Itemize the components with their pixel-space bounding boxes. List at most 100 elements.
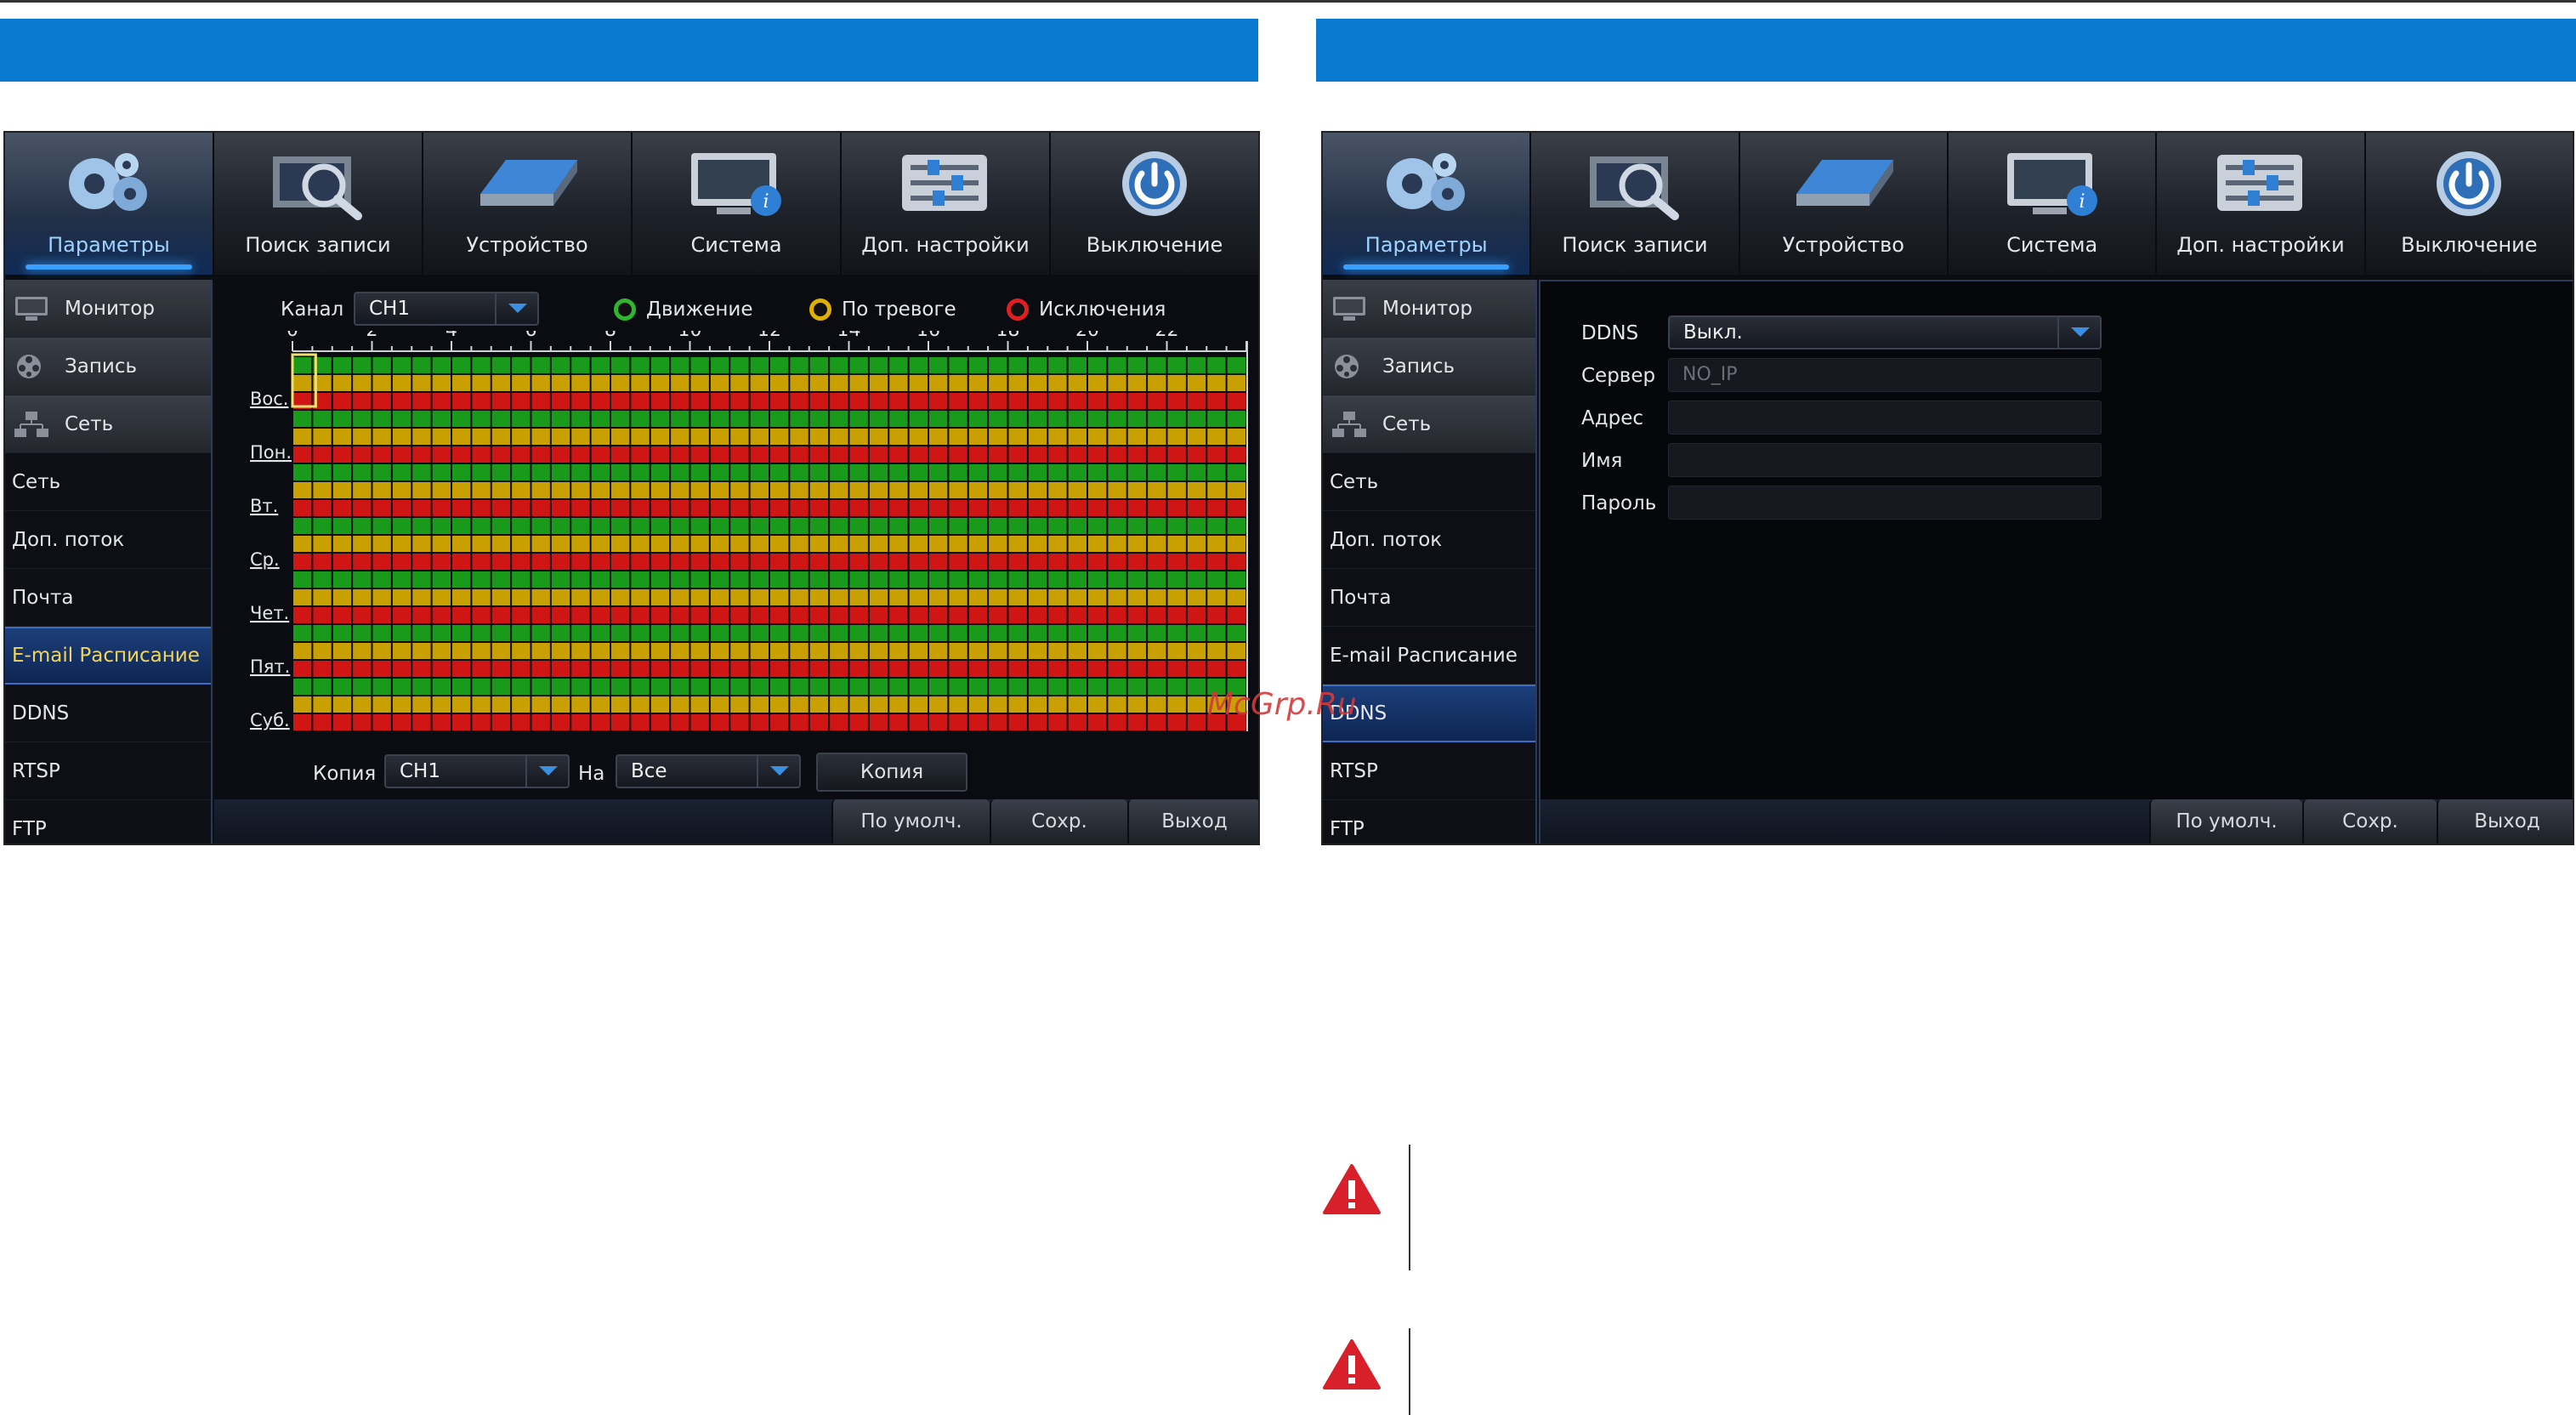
schedule-cell[interactable] [1108, 429, 1126, 445]
schedule-cell[interactable] [929, 500, 948, 516]
schedule-cell[interactable] [332, 429, 352, 445]
schedule-cell[interactable] [1227, 536, 1245, 552]
schedule-cell[interactable] [830, 393, 848, 409]
schedule-cell[interactable] [372, 554, 391, 570]
schedule-cell[interactable] [869, 500, 888, 516]
schedule-cell[interactable] [1048, 375, 1067, 391]
schedule-cell[interactable] [929, 714, 948, 730]
schedule-cell[interactable] [690, 714, 709, 730]
schedule-cell[interactable] [949, 375, 967, 391]
schedule-cell[interactable] [690, 375, 709, 391]
schedule-cell[interactable] [730, 589, 749, 605]
schedule-cell[interactable] [650, 661, 670, 677]
schedule-cell[interactable] [830, 357, 848, 373]
schedule-cell[interactable] [1207, 589, 1226, 605]
schedule-cell[interactable] [1227, 393, 1245, 409]
schedule-cell[interactable] [790, 607, 809, 623]
schedule-cell[interactable] [531, 393, 550, 409]
schedule-cell[interactable] [392, 429, 411, 445]
schedule-cell[interactable] [571, 393, 590, 409]
schedule-cell[interactable] [491, 536, 511, 552]
schedule-cell[interactable] [889, 625, 908, 641]
schedule-cell[interactable] [571, 464, 590, 480]
schedule-cell[interactable] [1187, 375, 1206, 391]
schedule-cell[interactable] [968, 482, 988, 498]
schedule-cell[interactable] [1048, 714, 1067, 730]
schedule-cell[interactable] [551, 643, 570, 659]
schedule-cell[interactable] [1167, 393, 1186, 409]
schedule-cell[interactable] [512, 411, 531, 427]
schedule-cell[interactable] [1048, 625, 1067, 641]
schedule-cell[interactable] [332, 500, 352, 516]
sidebar-group-record[interactable]: Запись [5, 338, 211, 395]
schedule-cell[interactable] [531, 625, 550, 641]
schedule-cell[interactable] [809, 518, 829, 534]
schedule-cell[interactable] [372, 464, 391, 480]
schedule-cell[interactable] [353, 536, 372, 552]
schedule-cell[interactable] [631, 500, 650, 516]
schedule-cell[interactable] [1167, 625, 1186, 641]
schedule-cell[interactable] [1127, 661, 1147, 677]
schedule-cell[interactable] [1167, 554, 1186, 570]
schedule-cell[interactable] [889, 429, 908, 445]
sidebar-item-mail[interactable]: Почта [1323, 569, 1535, 627]
schedule-cell[interactable] [909, 571, 928, 588]
schedule-cell[interactable] [332, 696, 352, 713]
schedule-cell[interactable] [809, 500, 829, 516]
schedule-cell[interactable] [809, 625, 829, 641]
schedule-cell[interactable] [432, 714, 451, 730]
schedule-cell[interactable] [491, 375, 511, 391]
schedule-cell[interactable] [1127, 411, 1147, 427]
schedule-cell[interactable] [491, 393, 511, 409]
schedule-cell[interactable] [1148, 607, 1166, 623]
schedule-cell[interactable] [849, 464, 868, 480]
schedule-cell[interactable] [1108, 536, 1126, 552]
schedule-cell[interactable] [531, 446, 550, 463]
schedule-cell[interactable] [989, 714, 1007, 730]
schedule-cell[interactable] [611, 607, 630, 623]
schedule-cell[interactable] [1187, 500, 1206, 516]
schedule-cell[interactable] [809, 696, 829, 713]
schedule-cell[interactable] [1148, 357, 1166, 373]
schedule-cell[interactable] [909, 518, 928, 534]
copy-to-select[interactable]: Все [616, 754, 801, 788]
schedule-cell[interactable] [889, 536, 908, 552]
schedule-cell[interactable] [452, 554, 471, 570]
schedule-cell[interactable] [392, 625, 411, 641]
schedule-cell[interactable] [750, 714, 769, 730]
schedule-cell[interactable] [332, 518, 352, 534]
schedule-cell[interactable] [690, 357, 709, 373]
schedule-cell[interactable] [571, 571, 590, 588]
schedule-cell[interactable] [1207, 393, 1226, 409]
schedule-cell[interactable] [313, 411, 332, 427]
schedule-cell[interactable] [1187, 571, 1206, 588]
schedule-cell[interactable] [1008, 393, 1027, 409]
schedule-cell[interactable] [671, 500, 689, 516]
schedule-cell[interactable] [512, 464, 531, 480]
schedule-cell[interactable] [849, 607, 868, 623]
schedule-cell[interactable] [452, 393, 471, 409]
schedule-cell[interactable] [1008, 464, 1027, 480]
schedule-cell[interactable] [1068, 518, 1087, 534]
schedule-cell[interactable] [1008, 429, 1027, 445]
schedule-cell[interactable] [472, 482, 491, 498]
top-menu-item[interactable]: Устройство [1740, 133, 1949, 275]
schedule-cell[interactable] [452, 696, 471, 713]
schedule-cell[interactable] [293, 661, 312, 677]
schedule-cell[interactable] [989, 375, 1007, 391]
schedule-cell[interactable] [293, 375, 312, 391]
schedule-cell[interactable] [611, 643, 630, 659]
schedule-cell[interactable] [849, 536, 868, 552]
schedule-cell[interactable] [830, 714, 848, 730]
schedule-cell[interactable] [551, 500, 570, 516]
schedule-cell[interactable] [353, 500, 372, 516]
schedule-cell[interactable] [353, 696, 372, 713]
schedule-cell[interactable] [1167, 357, 1186, 373]
schedule-cell[interactable] [849, 482, 868, 498]
schedule-cell[interactable] [1108, 518, 1126, 534]
schedule-cell[interactable] [671, 393, 689, 409]
schedule-cell[interactable] [1108, 500, 1126, 516]
schedule-cell[interactable] [432, 643, 451, 659]
schedule-cell[interactable] [472, 679, 491, 695]
schedule-cell[interactable] [790, 571, 809, 588]
